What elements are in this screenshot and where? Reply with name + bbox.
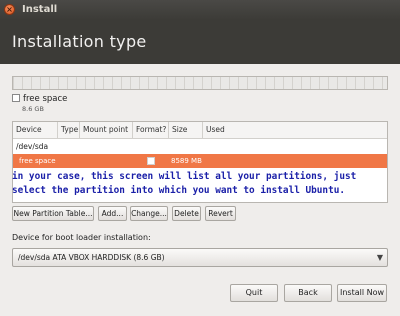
change-button[interactable]: Change... bbox=[130, 206, 168, 221]
boot-loader-select[interactable]: /dev/sda ATA VBOX HARDDISK (8.6 GB) ▼ bbox=[12, 248, 388, 267]
quit-button[interactable]: Quit bbox=[230, 284, 278, 302]
page-header: Installation type bbox=[0, 20, 400, 64]
table-row-selected[interactable]: free space 8589 MB bbox=[13, 154, 387, 168]
delete-button[interactable]: Delete bbox=[172, 206, 201, 221]
window-title: Install bbox=[22, 4, 58, 15]
partition-bar bbox=[12, 76, 388, 90]
device-name: /dev/sda bbox=[16, 142, 49, 151]
column-header-used[interactable]: Used bbox=[203, 122, 387, 138]
close-icon[interactable]: × bbox=[4, 4, 15, 15]
annotation-line-2: select the partition into which you want… bbox=[12, 185, 346, 196]
column-header-format[interactable]: Format? bbox=[133, 122, 169, 138]
column-header-type[interactable]: Type bbox=[58, 122, 80, 138]
boot-loader-label: Device for boot loader installation: bbox=[12, 233, 151, 242]
add-button[interactable]: Add... bbox=[98, 206, 127, 221]
legend-label: free space bbox=[23, 94, 68, 104]
boot-loader-value: /dev/sda ATA VBOX HARDDISK (8.6 GB) bbox=[18, 253, 165, 262]
legend-size: 8.6 GB bbox=[22, 105, 44, 113]
legend-swatch-icon bbox=[12, 94, 20, 102]
install-now-button[interactable]: Install Now bbox=[337, 284, 387, 302]
window-titlebar: × Install bbox=[0, 0, 400, 20]
format-checkbox[interactable] bbox=[147, 157, 155, 165]
back-button[interactable]: Back bbox=[284, 284, 332, 302]
table-row[interactable]: /dev/sda bbox=[13, 139, 387, 154]
column-header-device[interactable]: Device bbox=[13, 122, 58, 138]
new-partition-table-button[interactable]: New Partition Table... bbox=[12, 206, 94, 221]
partition-size: 8589 MB bbox=[171, 157, 202, 165]
annotation-line-1: in your case, this screen will list all … bbox=[12, 171, 357, 182]
partition-legend: free space 8.6 GB bbox=[12, 94, 68, 113]
annotation-text: in your case, this screen will list all … bbox=[12, 170, 388, 198]
partition-name: free space bbox=[19, 157, 56, 165]
column-header-size[interactable]: Size bbox=[169, 122, 203, 138]
page-title: Installation type bbox=[12, 32, 147, 51]
column-header-mount-point[interactable]: Mount point bbox=[80, 122, 133, 138]
revert-button[interactable]: Revert bbox=[205, 206, 236, 221]
table-header: Device Type Mount point Format? Size Use… bbox=[13, 122, 387, 139]
chevron-down-icon[interactable]: ▼ bbox=[377, 253, 383, 262]
